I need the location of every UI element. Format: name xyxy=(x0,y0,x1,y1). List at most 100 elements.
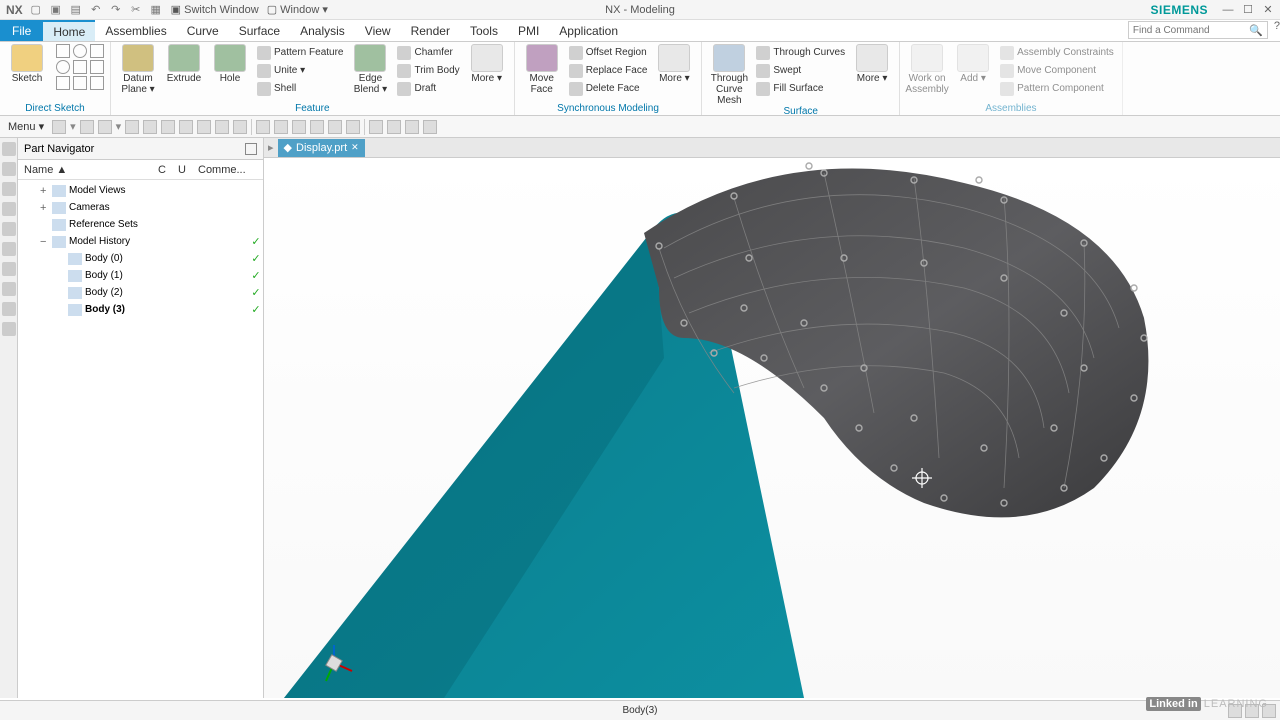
pattern-feature-button[interactable]: Pattern Feature xyxy=(255,44,345,61)
tb-icon-14[interactable] xyxy=(310,120,324,134)
fill-surface-button[interactable]: Fill Surface xyxy=(754,80,847,97)
move-face-button[interactable]: Move Face xyxy=(521,44,563,97)
nav-row[interactable]: Body (1)✓ xyxy=(18,267,263,284)
menu-button[interactable]: Menu ▾ xyxy=(4,120,48,133)
qat-cut-icon[interactable]: ✂ xyxy=(129,3,143,17)
tab-curve[interactable]: Curve xyxy=(177,20,229,41)
nav-row[interactable]: +Cameras xyxy=(18,199,263,216)
tb-icon-9[interactable] xyxy=(215,120,229,134)
col-c[interactable]: C xyxy=(158,164,178,176)
minimize-button[interactable]: — xyxy=(1220,2,1236,18)
tab-surface[interactable]: Surface xyxy=(229,20,290,41)
tab-tools[interactable]: Tools xyxy=(460,20,508,41)
tb-icon-19[interactable] xyxy=(405,120,419,134)
tb-icon-10[interactable] xyxy=(233,120,247,134)
qat-undo-icon[interactable]: ↶ xyxy=(89,3,103,17)
chamfer-button[interactable]: Chamfer xyxy=(395,44,461,61)
tb-icon-8[interactable] xyxy=(197,120,211,134)
tb-icon-6[interactable] xyxy=(161,120,175,134)
dock-icon-2[interactable] xyxy=(2,162,16,176)
tb-icon-13[interactable] xyxy=(292,120,306,134)
dock-icon-1[interactable] xyxy=(2,142,16,156)
tab-home[interactable]: Home xyxy=(43,20,95,41)
tab-render[interactable]: Render xyxy=(401,20,460,41)
col-comment[interactable]: Comme... xyxy=(198,164,246,176)
col-name[interactable]: Name ▲ xyxy=(18,164,158,176)
tab-pmi[interactable]: PMI xyxy=(508,20,549,41)
command-search[interactable]: 🔍 xyxy=(1128,21,1268,39)
work-assembly-button[interactable]: Work on Assembly xyxy=(906,44,948,97)
swept-button[interactable]: Swept xyxy=(754,62,847,79)
pattern-component-button[interactable]: Pattern Component xyxy=(998,80,1116,97)
tb-icon-7[interactable] xyxy=(179,120,193,134)
nav-row[interactable]: −Model History✓ xyxy=(18,233,263,250)
dock-icon-6[interactable] xyxy=(2,242,16,256)
maximize-button[interactable]: ☐ xyxy=(1240,2,1256,18)
curve-mesh-button[interactable]: Through Curve Mesh xyxy=(708,44,750,106)
extrude-button[interactable]: Extrude xyxy=(163,44,205,97)
qat-redo-icon[interactable]: ↷ xyxy=(109,3,123,17)
move-component-button[interactable]: Move Component xyxy=(998,62,1116,79)
switch-window-button[interactable]: ▣ Switch Window xyxy=(171,3,259,16)
command-search-input[interactable] xyxy=(1133,25,1249,36)
spline-icon[interactable] xyxy=(73,60,87,74)
unite-button[interactable]: Unite ▾ xyxy=(255,62,345,79)
nav-columns[interactable]: Name ▲ C U Comme... xyxy=(18,160,263,180)
search-icon[interactable]: 🔍 xyxy=(1249,24,1263,37)
tb-icon-2[interactable] xyxy=(80,120,94,134)
nav-tree[interactable]: +Model Views+CamerasReference Sets−Model… xyxy=(18,180,263,698)
edge-blend-button[interactable]: Edge Blend ▾ xyxy=(349,44,391,97)
replace-face-button[interactable]: Replace Face xyxy=(567,62,650,79)
close-button[interactable]: ✕ xyxy=(1260,2,1276,18)
pin-icon[interactable] xyxy=(245,143,257,155)
feature-more-button[interactable]: More ▾ xyxy=(466,44,508,97)
dock-icon-3[interactable] xyxy=(2,182,16,196)
tb-icon-17[interactable] xyxy=(369,120,383,134)
tab-list-icon[interactable]: ▸ xyxy=(264,141,278,154)
ellipse-icon[interactable] xyxy=(73,76,87,90)
tab-view[interactable]: View xyxy=(355,20,401,41)
surface-more-button[interactable]: More ▾ xyxy=(851,44,893,106)
tb-icon-11[interactable] xyxy=(256,120,270,134)
dock-icon-5[interactable] xyxy=(2,222,16,236)
nav-row[interactable]: Body (2)✓ xyxy=(18,284,263,301)
qat-new-icon[interactable]: ▢ xyxy=(29,3,43,17)
help-icon[interactable]: ? xyxy=(1274,20,1280,41)
nav-row[interactable]: Reference Sets xyxy=(18,216,263,233)
add-component-button[interactable]: Add ▾ xyxy=(952,44,994,97)
arc-icon[interactable] xyxy=(73,44,87,58)
delete-face-button[interactable]: Delete Face xyxy=(567,80,650,97)
draft-button[interactable]: Draft xyxy=(395,80,461,97)
file-menu[interactable]: File xyxy=(0,20,43,41)
through-curves-button[interactable]: Through Curves xyxy=(754,44,847,61)
hole-button[interactable]: Hole xyxy=(209,44,251,97)
dock-icon-7[interactable] xyxy=(2,262,16,276)
tb-icon-5[interactable] xyxy=(143,120,157,134)
sync-more-button[interactable]: More ▾ xyxy=(653,44,695,97)
nav-row[interactable]: Body (0)✓ xyxy=(18,250,263,267)
graphics-window[interactable]: ▸ ◆ Display.prt ✕ xyxy=(264,138,1280,698)
tab-application[interactable]: Application xyxy=(549,20,628,41)
fillet-icon[interactable] xyxy=(90,76,104,90)
tb-icon-1[interactable] xyxy=(52,120,66,134)
point-icon[interactable] xyxy=(90,60,104,74)
qat-open-icon[interactable]: ▣ xyxy=(49,3,63,17)
tb-icon-18[interactable] xyxy=(387,120,401,134)
col-u[interactable]: U xyxy=(178,164,198,176)
qat-save-icon[interactable]: ▤ xyxy=(69,3,83,17)
assy-constraints-button[interactable]: Assembly Constraints xyxy=(998,44,1116,61)
dock-icon-10[interactable] xyxy=(2,322,16,336)
dock-icon-4[interactable] xyxy=(2,202,16,216)
datum-plane-button[interactable]: Datum Plane ▾ xyxy=(117,44,159,97)
close-tab-icon[interactable]: ✕ xyxy=(351,142,359,153)
tb-icon-3[interactable] xyxy=(98,120,112,134)
circle-icon[interactable] xyxy=(56,60,70,74)
tab-analysis[interactable]: Analysis xyxy=(290,20,355,41)
shell-button[interactable]: Shell xyxy=(255,80,345,97)
dock-icon-8[interactable] xyxy=(2,282,16,296)
dock-icon-9[interactable] xyxy=(2,302,16,316)
tb-icon-15[interactable] xyxy=(328,120,342,134)
trim-body-button[interactable]: Trim Body xyxy=(395,62,461,79)
tb-icon-4[interactable] xyxy=(125,120,139,134)
canvas[interactable] xyxy=(264,158,1280,698)
